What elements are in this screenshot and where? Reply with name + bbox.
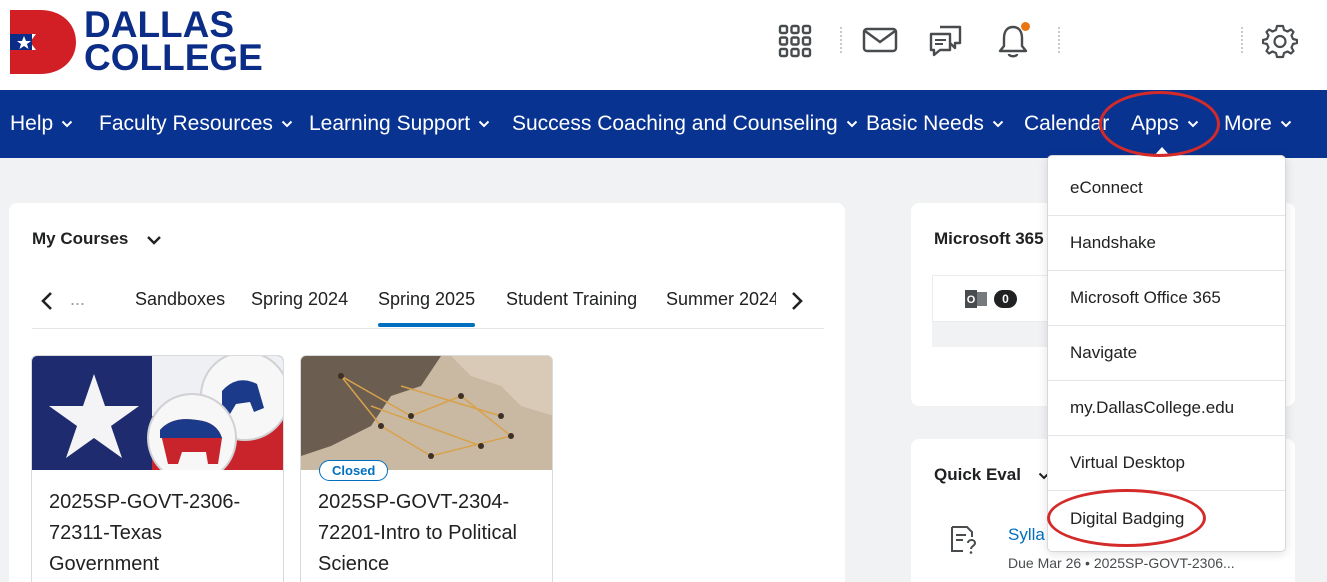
quick-eval-course: 2025SP-GOVT-2306... (1093, 555, 1235, 571)
svg-text:O: O (967, 294, 976, 306)
chevron-down-icon (1187, 120, 1199, 128)
nav-label: Calendar (1024, 112, 1110, 135)
tab-truncated[interactable]: ... (70, 289, 85, 310)
menu-item-digital-badging[interactable]: Digital Badging (1048, 491, 1285, 546)
nav-basic-needs[interactable]: Basic Needs (866, 90, 1004, 158)
quick-eval-due-date: Due Mar 26 (1008, 555, 1082, 571)
tab-spring-2025[interactable]: Spring 2025 (378, 289, 475, 310)
menu-item-navigate[interactable]: Navigate (1048, 326, 1285, 381)
tab-spring-2024[interactable]: Spring 2024 (251, 289, 348, 310)
apps-grid-icon[interactable] (773, 19, 817, 63)
menu-item-mydallascollege[interactable]: my.DallasCollege.edu (1048, 381, 1285, 436)
chevron-down-icon (61, 120, 73, 128)
menu-item-microsoft-office-365[interactable]: Microsoft Office 365 (1048, 271, 1285, 326)
nav-learning-support[interactable]: Learning Support (309, 90, 490, 158)
nav-more[interactable]: More (1224, 90, 1292, 158)
nav-label: Success Coaching and Counseling (512, 112, 838, 135)
menu-item-virtual-desktop[interactable]: Virtual Desktop (1048, 436, 1285, 491)
chevron-left-icon[interactable] (40, 290, 54, 312)
header-bar: DALLAS COLLEGE (0, 0, 1327, 90)
tab-summer-2024[interactable]: Summer 2024 (666, 289, 776, 310)
nav-faculty-resources[interactable]: Faculty Resources (99, 90, 293, 158)
logo-d-star-icon (10, 10, 76, 74)
tab-sandboxes[interactable]: Sandboxes (135, 289, 225, 310)
quick-eval-item-link[interactable]: Sylla (1008, 525, 1045, 545)
course-status-badge: Closed (319, 460, 389, 481)
chat-icon[interactable] (924, 19, 968, 63)
nav-label: Help (10, 112, 54, 135)
dallas-college-logo[interactable]: DALLAS COLLEGE (10, 6, 270, 78)
logo-line-2: COLLEGE (84, 37, 263, 78)
nav-success-coaching[interactable]: Success Coaching and Counseling (512, 90, 858, 158)
header-divider (1241, 27, 1243, 53)
meta-separator: • (1085, 555, 1094, 571)
course-image-world-map (301, 356, 552, 470)
microsoft-365-mail-tile[interactable] (932, 275, 1050, 322)
chevron-down-icon (1280, 120, 1292, 128)
menu-item-handshake[interactable]: Handshake (1048, 216, 1285, 271)
microsoft-365-title: Microsoft 365 (934, 229, 1044, 248)
nav-label: Apps (1131, 112, 1179, 135)
course-name[interactable]: 2025SP-GOVT-2306-72311-Texas Government (49, 487, 274, 580)
active-tab-indicator (378, 323, 475, 327)
unread-mail-count: 0 (994, 290, 1017, 308)
quick-eval-title: Quick Eval (934, 465, 1021, 484)
nav-calendar[interactable]: Calendar (1024, 90, 1109, 158)
tab-student-training[interactable]: Student Training (506, 289, 637, 310)
settings-gear-icon[interactable] (1258, 19, 1302, 63)
outlook-icon: O (965, 290, 987, 308)
my-courses-title: My Courses (32, 229, 129, 248)
chevron-down-icon[interactable] (146, 233, 162, 247)
menu-item-econnect[interactable]: eConnect (1048, 161, 1285, 216)
tabs-divider (32, 328, 824, 329)
chevron-down-icon (846, 120, 857, 128)
course-tile[interactable]: 2025SP-GOVT-2306-72311-Texas Government (31, 355, 284, 582)
chevron-down-icon (281, 120, 293, 128)
nav-label: Faculty Resources (99, 112, 273, 135)
assignment-icon (951, 526, 977, 554)
apps-dropdown-menu: eConnect Handshake Microsoft Office 365 … (1047, 155, 1286, 552)
course-name[interactable]: 2025SP-GOVT-2304-72201-Intro to Politica… (318, 487, 543, 580)
chevron-down-icon (478, 120, 490, 128)
mail-icon[interactable] (858, 19, 902, 63)
main-navigation: Help Faculty Resources Learning Support … (0, 90, 1327, 158)
course-tile[interactable]: Closed 2025SP-GOVT-2304-72201-Intro to P… (300, 355, 553, 582)
chevron-down-icon (992, 120, 1004, 128)
quick-eval-item-meta: Due Mar 26 • 2025SP-GOVT-2306... (1008, 555, 1235, 571)
nav-label: More (1224, 112, 1272, 135)
nav-help[interactable]: Help (10, 90, 73, 158)
nav-label: Basic Needs (866, 112, 984, 135)
logo-wordmark: DALLAS COLLEGE (84, 6, 263, 78)
nav-label: Learning Support (309, 112, 471, 135)
course-image-texas-flag (32, 356, 283, 470)
header-divider (840, 27, 842, 53)
header-divider (1058, 27, 1060, 53)
chevron-right-icon[interactable] (790, 290, 804, 312)
notification-dot (1021, 22, 1030, 31)
